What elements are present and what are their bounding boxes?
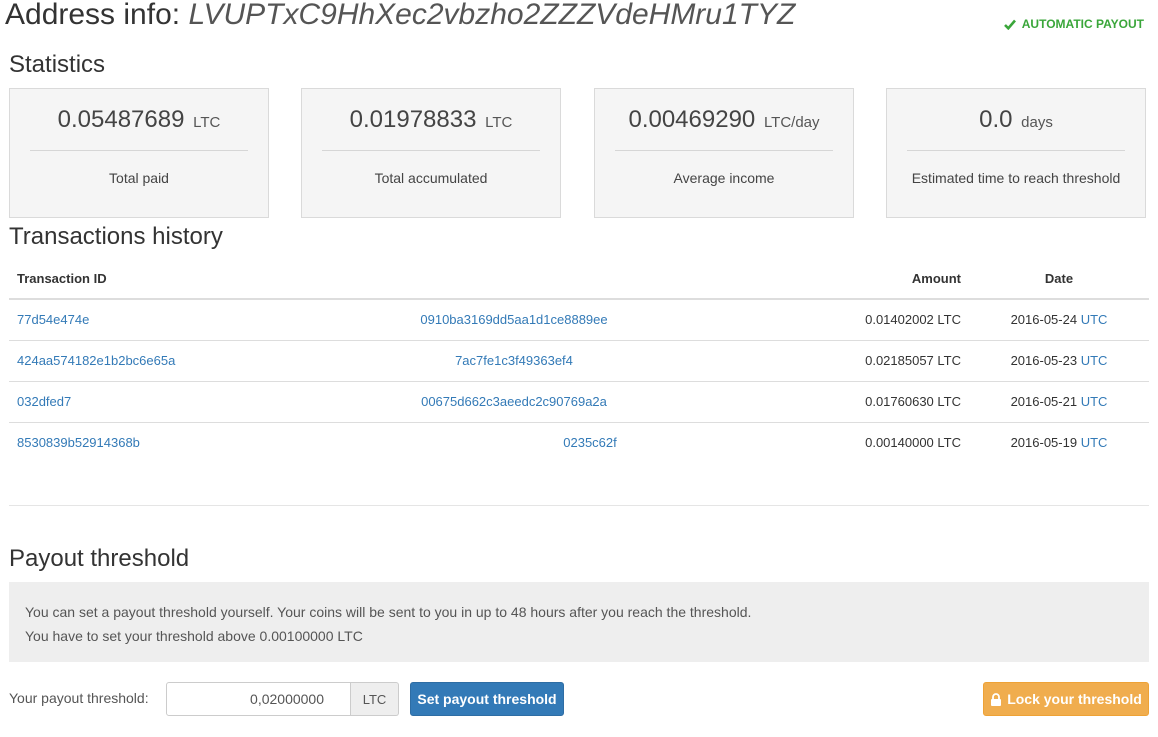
check-icon <box>1003 19 1016 30</box>
section-divider <box>9 505 1149 506</box>
divider <box>907 150 1125 151</box>
transaction-hash-link[interactable]: 0910ba3169dd5aa1d1ce8889ee <box>420 312 607 327</box>
table-row: 032dfed7 00675d662c3aeedc2c90769a2a 0.01… <box>9 381 1149 423</box>
payout-threshold-label: Your payout threshold: <box>9 690 149 706</box>
column-header-hash <box>239 258 789 300</box>
timezone-link[interactable]: UTC <box>1081 353 1108 368</box>
lock-threshold-button[interactable]: Lock your threshold <box>983 682 1149 716</box>
transaction-hash-link[interactable]: 7ac7fe1c3f49363ef4 <box>455 353 573 368</box>
table-row: 8530839b52914368b 0235c62f 0.00140000 LT… <box>9 422 1149 463</box>
transaction-amount: 0.01402002 LTC <box>789 299 969 341</box>
divider <box>30 150 248 151</box>
stat-label: Total paid <box>109 170 169 186</box>
table-header-row: Transaction ID Amount Date <box>9 258 1149 300</box>
stat-value: 0.0 <box>979 106 1013 133</box>
address-value: LVUPTxC9HhXec2vbzho2ZZZVdeHMru1TYZ <box>188 0 796 31</box>
payout-info-line: You have to set your threshold above 0.0… <box>25 628 363 644</box>
stat-value: 0.01978833 <box>349 106 477 133</box>
stat-total-paid: 0.05487689 LTC Total paid <box>9 88 269 218</box>
timezone-link[interactable]: UTC <box>1081 312 1108 327</box>
stat-label: Estimated time to reach threshold <box>911 170 1121 186</box>
stat-label: Average income <box>673 170 775 186</box>
transactions-table: Transaction ID Amount Date 77d54e474e 09… <box>9 258 1149 463</box>
transactions-heading: Transactions history <box>9 223 223 250</box>
timezone-link[interactable]: UTC <box>1081 394 1108 409</box>
transaction-amount: 0.02185057 LTC <box>789 340 969 382</box>
transaction-hash-link[interactable]: 00675d662c3aeedc2c90769a2a <box>421 394 607 409</box>
transaction-hash-link[interactable]: 0235c62f <box>563 435 617 450</box>
stat-label: Total accumulated <box>374 170 488 186</box>
transaction-amount: 0.01760630 LTC <box>789 381 969 423</box>
lock-icon <box>991 692 1002 706</box>
transaction-date: 2016-05-19 <box>1010 435 1078 451</box>
stat-unit: LTC/day <box>763 114 820 131</box>
payout-info-box: You can set a payout threshold yourself.… <box>9 582 1149 662</box>
payout-threshold-group: LTC <box>166 682 399 716</box>
timezone-link[interactable]: UTC <box>1081 435 1108 450</box>
payout-threshold-input[interactable] <box>166 682 351 716</box>
transaction-amount: 0.00140000 LTC <box>865 435 961 451</box>
page-title-label: Address info: <box>5 0 181 31</box>
automatic-payout-label: AUTOMATIC PAYOUT <box>1021 17 1144 31</box>
transaction-id-link[interactable]: 77d54e474e <box>17 312 89 327</box>
table-row: 77d54e474e 0910ba3169dd5aa1d1ce8889ee 0.… <box>9 299 1149 341</box>
payout-info-line: You can set a payout threshold yourself.… <box>25 604 752 620</box>
stat-estimated-time: 0.0 days Estimated time to reach thresho… <box>886 88 1146 218</box>
column-header-date: Date <box>969 258 1149 300</box>
table-row: 424aa574182e1b2bc6e65a 7ac7fe1c3f49363ef… <box>9 340 1149 382</box>
transaction-date: 2016-05-21 <box>1010 394 1078 409</box>
stat-unit: LTC <box>485 114 513 131</box>
transaction-date: 2016-05-24 <box>1010 312 1078 328</box>
divider <box>615 150 833 151</box>
payout-threshold-heading: Payout threshold <box>9 545 190 572</box>
statistics-heading: Statistics <box>9 51 106 78</box>
stat-unit: days <box>1021 114 1053 131</box>
divider <box>322 150 540 151</box>
stat-total-accumulated: 0.01978833 LTC Total accumulated <box>301 88 561 218</box>
transaction-id-link[interactable]: 032dfed7 <box>17 394 71 409</box>
set-payout-threshold-button[interactable]: Set payout threshold <box>410 682 564 716</box>
transaction-id-link[interactable]: 424aa574182e1b2bc6e65a <box>17 353 175 368</box>
automatic-payout-badge: AUTOMATIC PAYOUT <box>1003 17 1144 31</box>
lock-threshold-label: Lock your threshold <box>1007 691 1142 707</box>
page-title: Address info: LVUPTxC9HhXec2vbzho2ZZZVde… <box>5 0 795 32</box>
transaction-id-link[interactable]: 8530839b52914368b <box>17 435 140 450</box>
column-header-transaction-id: Transaction ID <box>9 258 239 300</box>
column-header-amount: Amount <box>789 258 969 300</box>
stat-unit: LTC <box>193 114 221 131</box>
currency-addon: LTC <box>351 682 399 716</box>
transaction-date: 2016-05-23 <box>1010 353 1078 368</box>
stat-value: 0.00469290 <box>628 106 756 133</box>
stat-value: 0.05487689 <box>57 106 185 133</box>
stat-average-income: 0.00469290 LTC/day Average income <box>594 88 854 218</box>
